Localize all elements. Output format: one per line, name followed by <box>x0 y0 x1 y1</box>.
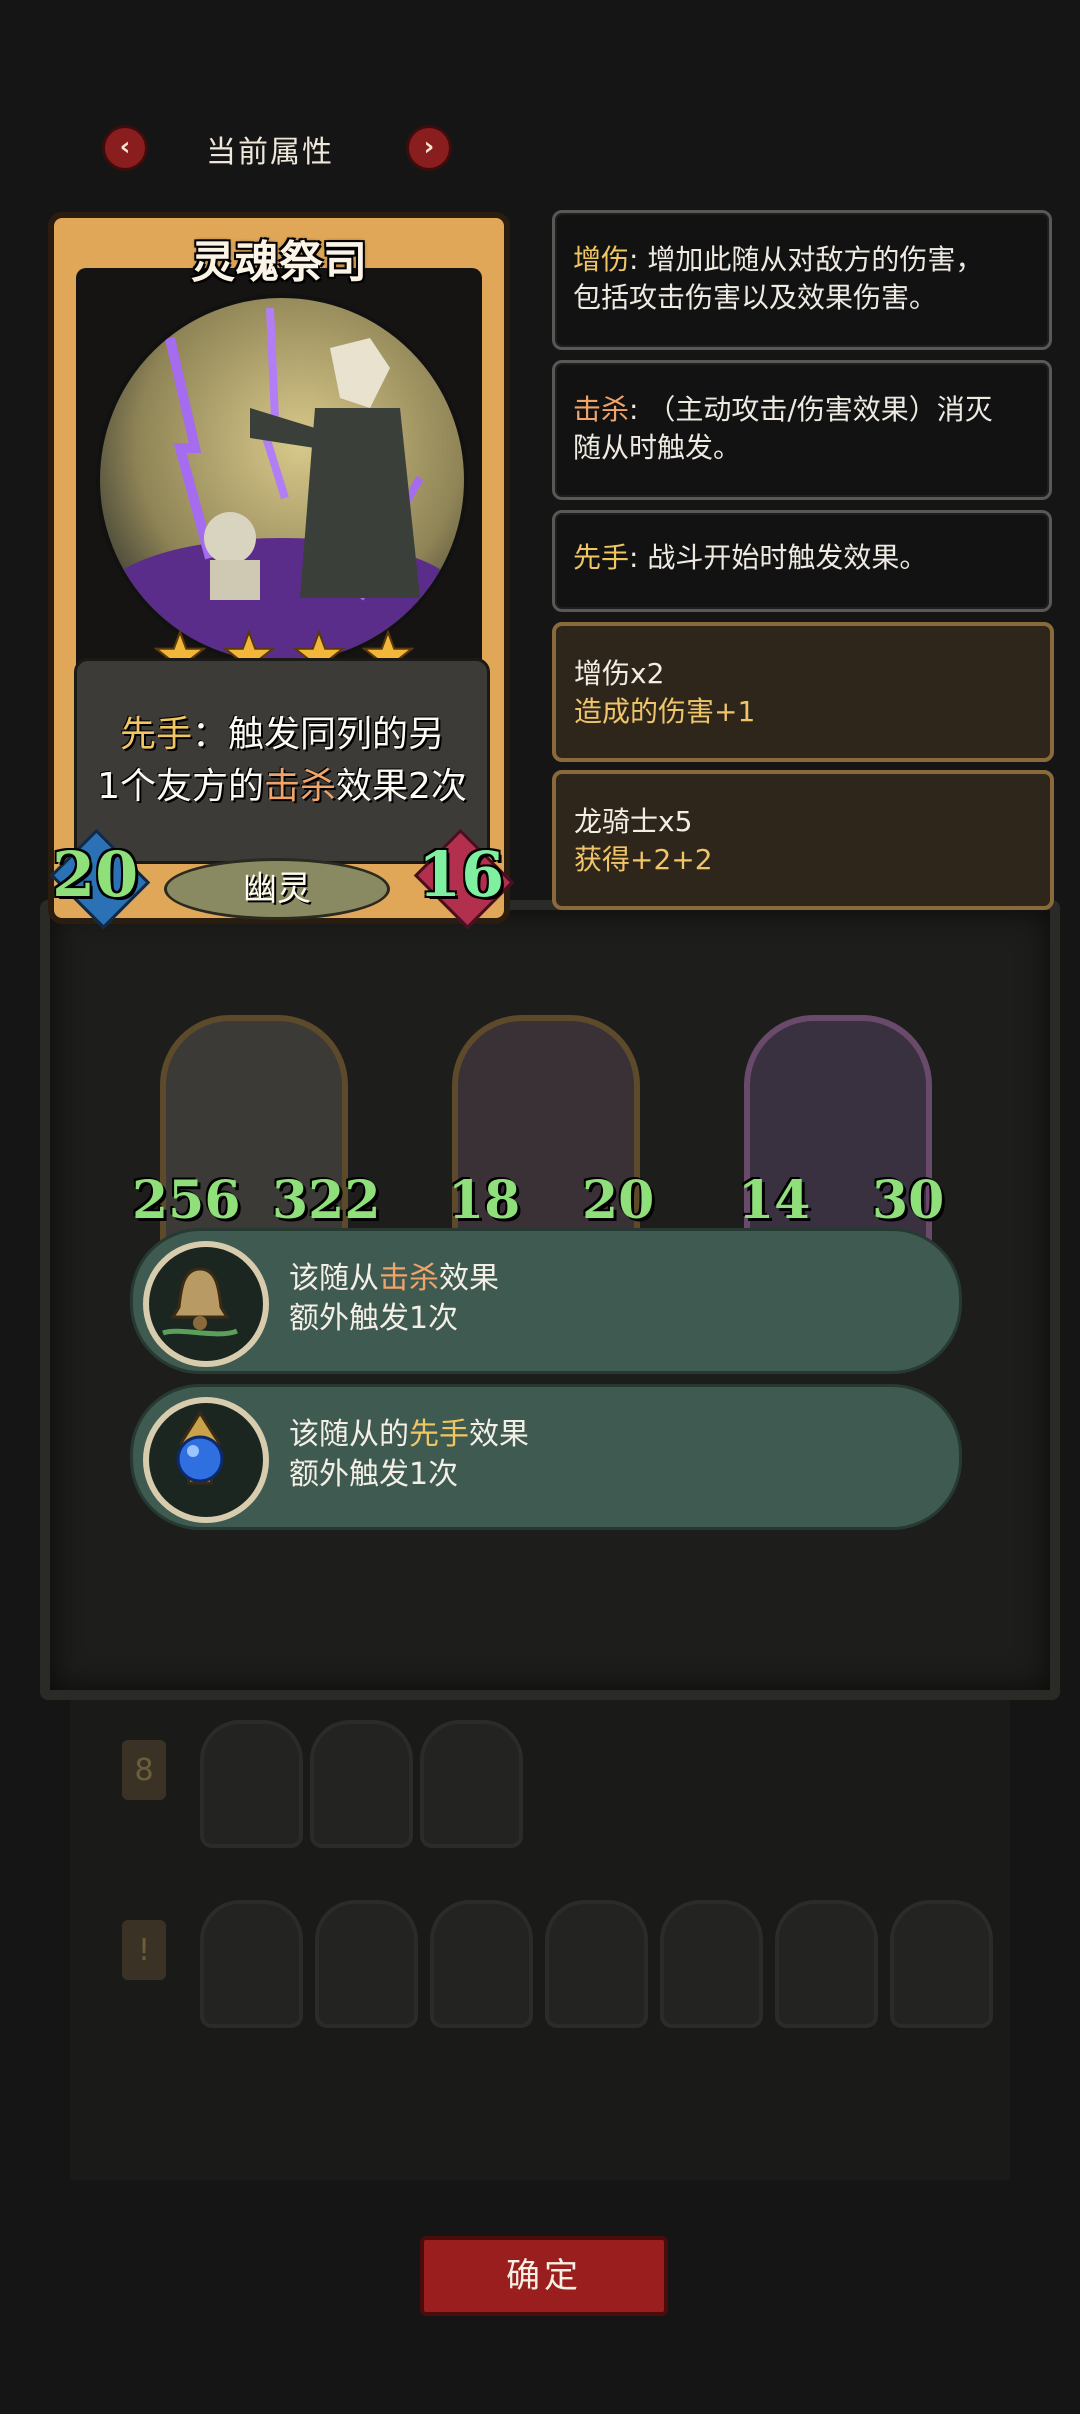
minion-health: 322 <box>272 1170 381 1231</box>
banner-keyword: 先手 <box>409 1417 469 1452</box>
bench-area: 8 ! <box>70 1700 1010 2180</box>
info-keyword: 增伤 <box>573 243 630 276</box>
shop-slot <box>315 1900 418 2028</box>
buff-desc: 造成的伤害+1 <box>574 695 756 728</box>
minion-health: 20 <box>582 1170 655 1231</box>
ability-part: 1个友方的 <box>97 766 264 807</box>
prev-arrow-button[interactable]: ‹ <box>102 125 148 171</box>
shop-slot <box>890 1900 993 2028</box>
ability-text: 先手：触发同列的另 1个友方的击杀效果2次 <box>87 709 477 813</box>
banner-text-part: 该随从 <box>289 1261 379 1296</box>
bell-icon <box>143 1241 269 1367</box>
bench-slot <box>420 1720 523 1848</box>
banner-keyword: 击杀 <box>379 1261 439 1296</box>
banner-line2: 额外触发1次 <box>289 1301 459 1336</box>
info-line: : 增加此随从对敌方的伤害， <box>629 243 984 276</box>
minion-attack: 14 <box>738 1170 811 1231</box>
bench-slot <box>310 1720 413 1848</box>
card-portrait <box>96 294 468 666</box>
minion-type: 幽灵 <box>164 858 390 920</box>
shop-slot <box>775 1900 878 2028</box>
card-name: 灵魂祭司 <box>191 237 367 288</box>
effect-banner-kill: 该随从击杀效果 额外触发1次 <box>130 1228 962 1374</box>
buff-title: 龙骑士x5 <box>574 805 693 838</box>
ability-part: 效果2次 <box>336 766 467 807</box>
blue-orb-icon <box>143 1397 269 1523</box>
minion-card: 灵魂祭司 先手：触发同列的另 1个友方的击杀效果2次 20 16 幽灵 <box>48 212 515 930</box>
banner-text-part: 该随从的 <box>289 1417 409 1452</box>
shop-slot <box>545 1900 648 2028</box>
buff-dragon-knight: 龙骑士x5 获得+2+2 <box>552 770 1054 910</box>
ability-box: 先手：触发同列的另 1个友方的击杀效果2次 <box>74 658 490 864</box>
bench-slot <box>200 1720 303 1848</box>
banner-text-part: 效果 <box>439 1261 499 1296</box>
keyword-info-damage-boost: 增伤: 增加此随从对敌方的伤害， 包括攻击伤害以及效果伤害。 <box>552 210 1052 350</box>
attack-value: 20 <box>52 838 139 911</box>
soul-priest-art-icon <box>102 307 462 658</box>
buff-damage-boost: 增伤x2 造成的伤害+1 <box>552 622 1054 762</box>
buff-desc: 获得+2+2 <box>574 843 713 876</box>
banner-line2: 额外触发1次 <box>289 1457 459 1492</box>
info-line: 随从时触发。 <box>573 431 742 464</box>
confirm-button[interactable]: 确定 <box>420 2236 668 2316</box>
shop-slot <box>660 1900 763 2028</box>
bench-level-badge: 8 <box>122 1740 166 1800</box>
minion-attack: 256 <box>132 1170 241 1231</box>
page-title: 当前属性 <box>206 135 334 170</box>
banner-text: 该随从的先手效果 额外触发1次 <box>289 1415 529 1495</box>
info-line: : （主动攻击/伤害效果）消灭 <box>629 393 993 426</box>
info-line: : 战斗开始时触发效果。 <box>629 541 928 574</box>
banner-text-part: 效果 <box>469 1417 529 1452</box>
effect-banner-first-strike: 该随从的先手效果 额外触发1次 <box>130 1384 962 1530</box>
minion-attack: 18 <box>448 1170 521 1231</box>
next-arrow-button[interactable]: › <box>406 125 452 171</box>
ability-part: ：触发同列的另 <box>192 714 445 755</box>
minion-health: 30 <box>872 1170 945 1231</box>
keyword-info-kill: 击杀: （主动攻击/伤害效果）消灭 随从时触发。 <box>552 360 1052 500</box>
info-keyword: 击杀 <box>573 393 630 426</box>
health-value: 16 <box>418 838 505 911</box>
keyword-info-first-strike: 先手: 战斗开始时触发效果。 <box>552 510 1052 612</box>
buff-title: 增伤x2 <box>574 657 665 690</box>
ability-keyword-first: 先手 <box>119 714 192 755</box>
info-keyword: 先手 <box>573 541 630 574</box>
ability-keyword-kill: 击杀 <box>263 766 336 807</box>
banner-text: 该随从击杀效果 额外触发1次 <box>289 1259 499 1339</box>
shop-level-badge: ! <box>122 1920 166 1980</box>
info-line: 包括攻击伤害以及效果伤害。 <box>573 281 938 314</box>
shop-slot <box>200 1900 303 2028</box>
shop-slot <box>430 1900 533 2028</box>
